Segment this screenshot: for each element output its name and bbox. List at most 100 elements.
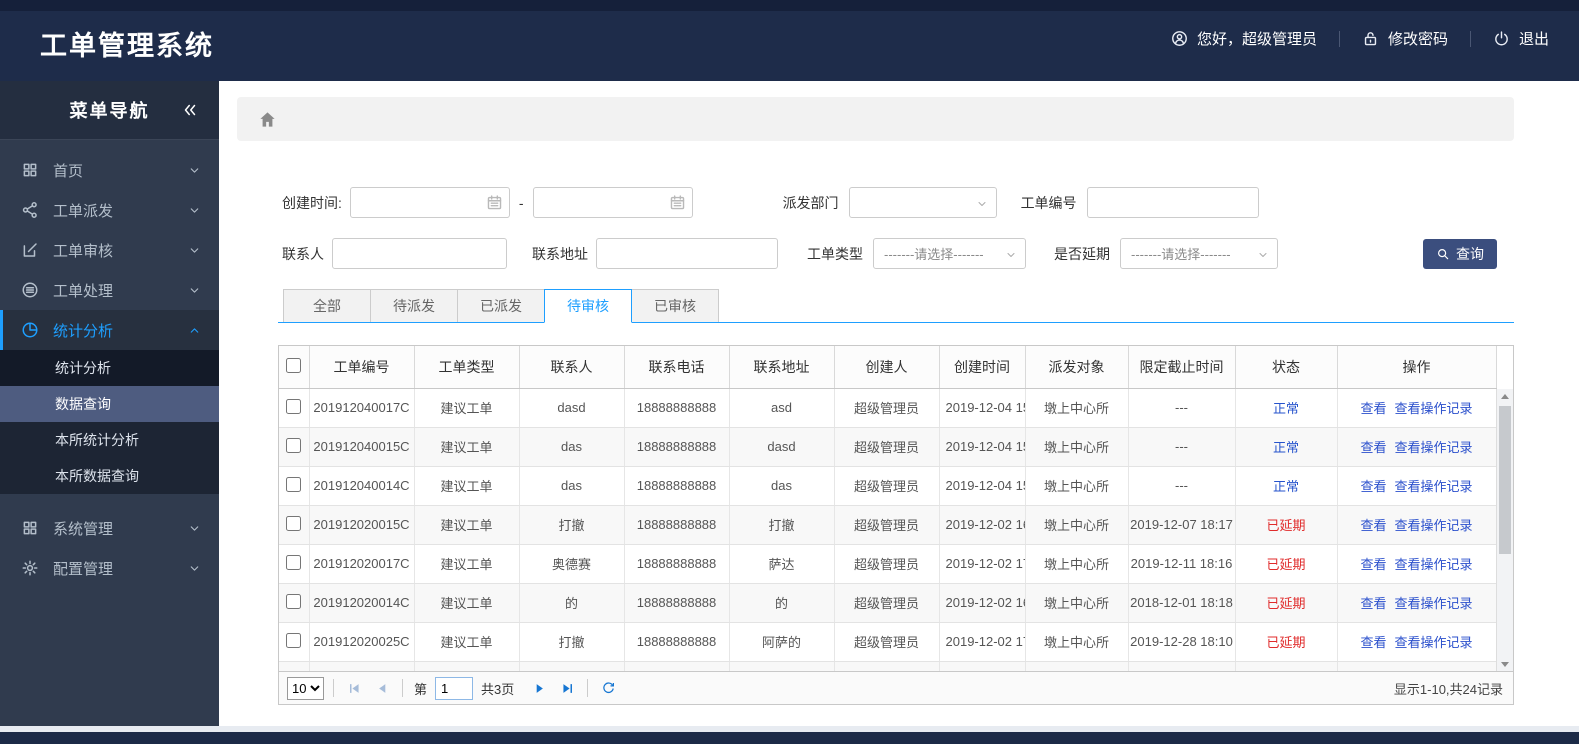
row-checkbox[interactable] bbox=[286, 437, 302, 453]
collapse-sidebar-icon[interactable] bbox=[181, 101, 199, 119]
view-link[interactable]: 查看 bbox=[1360, 440, 1386, 455]
scroll-down-icon[interactable] bbox=[1497, 657, 1513, 671]
column-header: 限定截止时间 bbox=[1128, 346, 1236, 389]
row-checkbox[interactable] bbox=[286, 476, 302, 492]
contact-input[interactable] bbox=[332, 238, 507, 269]
page-number-input[interactable] bbox=[435, 676, 474, 700]
refresh-icon[interactable] bbox=[597, 677, 619, 699]
order-type-select[interactable]: -------请选择------- bbox=[873, 238, 1026, 269]
submenu-item-1[interactable]: 统计分析 bbox=[0, 350, 219, 386]
view-link[interactable]: 查看 bbox=[1360, 635, 1386, 650]
delay-select[interactable]: -------请选择------- bbox=[1120, 238, 1278, 269]
address-input[interactable] bbox=[596, 238, 778, 269]
submenu-item-3[interactable]: 本所统计分析 bbox=[0, 422, 219, 458]
column-header: 操作 bbox=[1337, 346, 1497, 389]
sidebar-item-7[interactable]: 配置管理 bbox=[0, 548, 219, 588]
chevron-down-icon bbox=[188, 164, 201, 177]
page-size-select[interactable]: 10 bbox=[287, 676, 324, 700]
menu-gap bbox=[0, 494, 219, 508]
tab-4[interactable]: 待审核 bbox=[544, 289, 632, 323]
share-icon bbox=[21, 201, 39, 219]
view-link[interactable]: 查看 bbox=[1360, 557, 1386, 572]
footer-bar bbox=[0, 732, 1579, 744]
table-header-row: 工单编号 工单类型 联系人 联系电话 联系地址 创建人 创建时间 派发对象 限定截止时间 状态 操作 bbox=[279, 346, 1497, 389]
cell-order-no: 201912040017C bbox=[309, 388, 415, 428]
order-no-input[interactable] bbox=[1086, 187, 1259, 218]
row-select-cell bbox=[279, 661, 310, 673]
view-link[interactable]: 查看 bbox=[1360, 401, 1386, 416]
sidebar-item-5[interactable]: 统计分析 bbox=[0, 310, 219, 350]
contact-label: 联系人 bbox=[282, 245, 324, 262]
row-checkbox[interactable] bbox=[286, 398, 302, 414]
pagination-separator bbox=[333, 679, 334, 697]
address-label: 联系地址 bbox=[532, 245, 588, 262]
row-checkbox[interactable] bbox=[286, 593, 302, 609]
cell-phone: 18888888888 bbox=[624, 466, 730, 506]
prev-page-button[interactable] bbox=[371, 677, 393, 699]
change-password-button[interactable]: 修改密码 bbox=[1362, 28, 1448, 49]
tab-label: 全部 bbox=[313, 298, 341, 314]
cell-creator: 超级管理员 bbox=[834, 427, 940, 467]
row-checkbox[interactable] bbox=[286, 515, 302, 531]
cell-actions: 查看 查看操作记录 bbox=[1337, 388, 1497, 428]
cell-address: 的 bbox=[729, 583, 835, 623]
view-log-link[interactable]: 查看操作记录 bbox=[1395, 596, 1473, 611]
last-page-button[interactable] bbox=[556, 677, 578, 699]
submenu-item-4[interactable]: 本所数据查询 bbox=[0, 458, 219, 494]
view-log-link[interactable]: 查看操作记录 bbox=[1395, 635, 1473, 650]
sidebar-item-3[interactable]: 工单审核 bbox=[0, 230, 219, 270]
tab-1[interactable]: 全部 bbox=[283, 289, 371, 322]
view-link[interactable]: 查看 bbox=[1360, 479, 1386, 494]
tab-3[interactable]: 已派发 bbox=[457, 289, 545, 322]
cell-contact: dasd bbox=[519, 388, 625, 428]
view-log-link[interactable]: 查看操作记录 bbox=[1395, 557, 1473, 572]
user-icon bbox=[1171, 30, 1188, 47]
row-checkbox[interactable] bbox=[286, 632, 302, 648]
dispatch-dept-select[interactable] bbox=[848, 187, 997, 218]
sidebar-menu: 首页 工单派发 工单审核 工单处理 统计分析 统计分析 数据查询 本所统计分析 本所数据查询 系统… bbox=[0, 140, 219, 588]
next-page-button[interactable] bbox=[528, 677, 550, 699]
scroll-up-icon[interactable] bbox=[1497, 389, 1513, 404]
cell-phone: 18888888888 bbox=[624, 388, 730, 428]
tab-2[interactable]: 待派发 bbox=[370, 289, 458, 322]
sidebar-item-1[interactable]: 首页 bbox=[0, 150, 219, 190]
user-greeting[interactable]: 您好，超级管理员 bbox=[1171, 28, 1317, 49]
row-select-cell bbox=[279, 622, 310, 662]
submenu-item-label: 统计分析 bbox=[55, 360, 111, 376]
view-log-link[interactable]: 查看操作记录 bbox=[1395, 479, 1473, 494]
sidebar-item-6[interactable]: 系统管理 bbox=[0, 508, 219, 548]
submenu-item-2[interactable]: 数据查询 bbox=[0, 386, 219, 422]
gear-icon bbox=[21, 559, 39, 577]
lock-icon bbox=[1362, 30, 1379, 47]
tab-5[interactable]: 已审核 bbox=[631, 289, 719, 322]
view-link[interactable]: 查看 bbox=[1360, 596, 1386, 611]
order-type-value: -------请选择------- bbox=[884, 247, 984, 262]
calendar-icon[interactable] bbox=[669, 194, 686, 211]
cell-address: 打撤 bbox=[729, 505, 835, 545]
chevron-down-icon bbox=[188, 244, 201, 257]
cell-address: 萨达 bbox=[729, 544, 835, 584]
orders-table: 工单编号 工单类型 联系人 联系电话 联系地址 创建人 创建时间 派发对象 限定截止时间 状态 操作… bbox=[279, 346, 1497, 673]
select-all-checkbox[interactable] bbox=[286, 357, 302, 373]
search-button[interactable]: 查询 bbox=[1423, 238, 1497, 269]
row-checkbox[interactable] bbox=[286, 554, 302, 570]
scrollbar-thumb[interactable] bbox=[1499, 406, 1511, 554]
view-log-link[interactable]: 查看操作记录 bbox=[1395, 440, 1473, 455]
status-tabs: 全部 待派发 已派发 待审核 已审核 bbox=[278, 289, 1514, 323]
app-header: 工单管理系统 您好，超级管理员 修改密码 退出 bbox=[0, 0, 1579, 81]
logout-button[interactable]: 退出 bbox=[1493, 28, 1549, 49]
view-log-link[interactable]: 查看操作记录 bbox=[1395, 518, 1473, 533]
records-summary: 显示1-10,共24记录 bbox=[1393, 681, 1503, 697]
grid-icon bbox=[21, 519, 39, 537]
tab-label: 待审核 bbox=[567, 298, 609, 314]
chevron-down-icon bbox=[188, 284, 201, 297]
sidebar-item-4[interactable]: 工单处理 bbox=[0, 270, 219, 310]
first-page-button[interactable] bbox=[343, 677, 365, 699]
view-link[interactable]: 查看 bbox=[1360, 518, 1386, 533]
home-icon[interactable] bbox=[258, 110, 277, 129]
table-scrollbar[interactable] bbox=[1496, 389, 1513, 671]
sidebar-item-2[interactable]: 工单派发 bbox=[0, 190, 219, 230]
calendar-icon[interactable] bbox=[486, 194, 503, 211]
view-log-link[interactable]: 查看操作记录 bbox=[1395, 401, 1473, 416]
row-checkbox[interactable] bbox=[286, 672, 301, 673]
